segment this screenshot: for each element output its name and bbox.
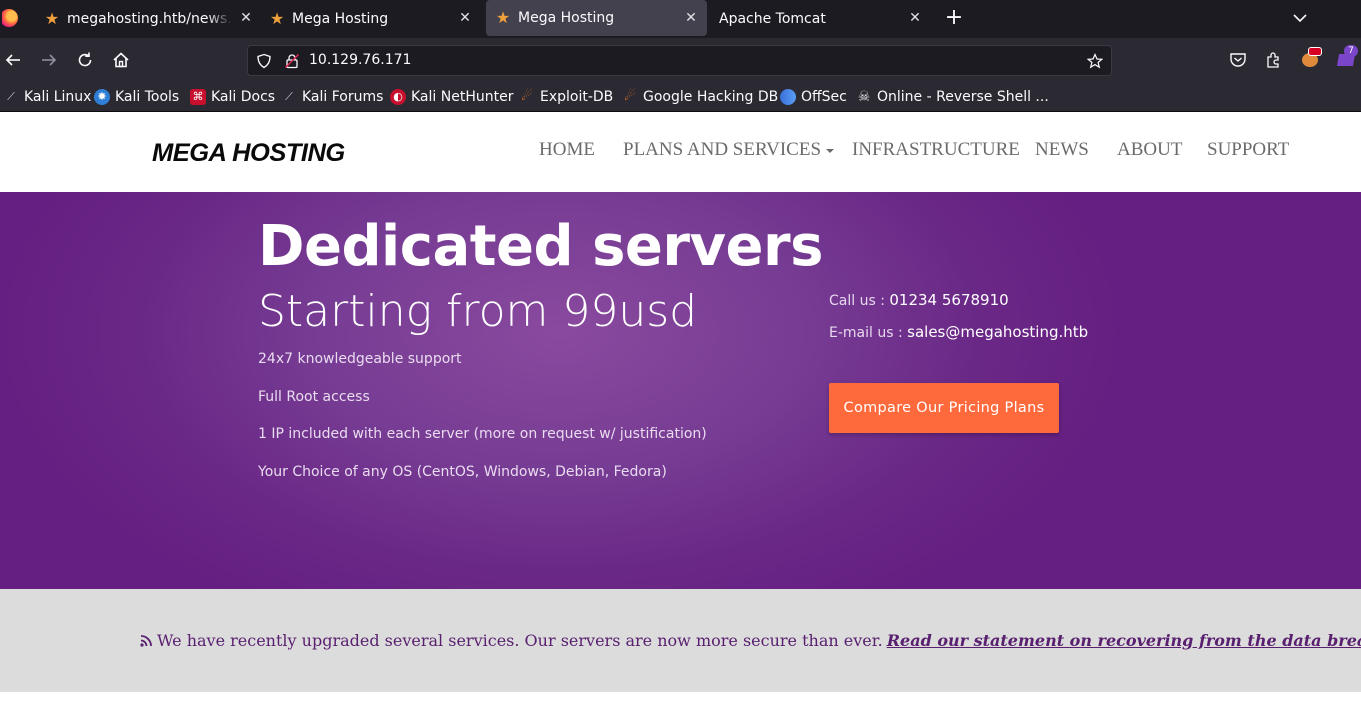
forward-button[interactable]: [37, 48, 61, 72]
bookmark-kali-forums[interactable]: ⟋ Kali Forums: [281, 88, 383, 106]
exploit-db-icon: ☄: [521, 89, 533, 104]
tab-mega-hosting[interactable]: ★ Mega Hosting ✕: [259, 0, 481, 38]
bookmark-offsec[interactable]: OffSec: [780, 88, 847, 106]
contact-phone-label: Call us :: [829, 293, 890, 309]
bookmark-label: Kali Tools: [115, 89, 180, 105]
hero-banner: Dedicated servers Starting from 99usd 24…: [0, 192, 1361, 589]
bookmark-google-hacking-db[interactable]: ☄ Google Hacking DB: [622, 88, 778, 106]
nav-about[interactable]: ABOUT: [1117, 139, 1182, 161]
nav-infrastructure[interactable]: INFRASTRUCTURE: [852, 139, 1020, 161]
insecure-lock-icon[interactable]: [284, 53, 300, 69]
kali-dragon-icon: ⟋: [285, 90, 293, 103]
feature-item: 1 IP included with each server (more on …: [258, 426, 707, 442]
tab-apache-tomcat[interactable]: Apache Tomcat ✕: [709, 0, 931, 38]
home-button[interactable]: [109, 48, 133, 72]
hero-subtitle: Starting from 99usd: [258, 286, 698, 337]
close-icon[interactable]: ✕: [683, 10, 699, 26]
extension-button[interactable]: 7: [1336, 45, 1358, 69]
reload-icon: [78, 52, 92, 67]
close-icon[interactable]: ✕: [238, 10, 254, 26]
reload-button[interactable]: [73, 48, 97, 72]
kali-tools-icon: ✸: [94, 89, 110, 105]
feature-item: Full Root access: [258, 389, 370, 405]
back-button[interactable]: [1, 48, 25, 72]
news-announcement: We have recently upgraded several servic…: [140, 631, 1361, 650]
bookmark-label: Exploit-DB: [540, 89, 614, 105]
address-bar[interactable]: 10.129.76.171: [247, 45, 1112, 76]
contact-email: E-mail us : sales@megahosting.htb: [829, 323, 1088, 341]
forward-arrow-icon: [42, 54, 57, 66]
bookmark-kali-docs[interactable]: ⌘ Kali Docs: [190, 88, 275, 106]
caret-down-icon: [826, 148, 835, 153]
nav-plans-and-services[interactable]: PLANS AND SERVICES: [623, 139, 835, 161]
tab-title: megahosting.htb/news.php: [67, 11, 232, 27]
bookmark-label: Kali Linux: [24, 89, 92, 105]
tab-title: Apache Tomcat: [719, 11, 826, 27]
list-all-tabs-button[interactable]: [1289, 7, 1311, 29]
contact-phone: Call us : 01234 5678910: [829, 291, 1009, 309]
bookmark-kali-nethunter[interactable]: ◐ Kali NetHunter: [390, 88, 513, 106]
nav-plans-label: PLANS AND SERVICES: [623, 139, 822, 160]
tab-bar: ★ megahosting.htb/news.php ✕ ★ Mega Host…: [0, 0, 1361, 38]
offsec-icon: [780, 89, 796, 105]
bookmark-label: Google Hacking DB: [643, 89, 779, 105]
navigation-toolbar: 10.129.76.171 7: [0, 38, 1361, 82]
bookmark-label: Kali Forums: [302, 89, 384, 105]
news-bar: We have recently upgraded several servic…: [0, 589, 1361, 692]
bookmark-label: Online - Reverse Shell ...: [877, 89, 1049, 105]
page-bottom: [0, 692, 1361, 710]
email-address[interactable]: sales@megahosting.htb: [907, 323, 1088, 341]
foxyproxy-extension-button[interactable]: [1300, 47, 1322, 69]
bookmark-kali-tools[interactable]: ✸ Kali Tools: [94, 88, 179, 106]
star-icon: ★: [495, 8, 511, 27]
kali-docs-icon: ⌘: [190, 89, 206, 105]
bookmarks-toolbar: ⟋ Kali Linux ✸ Kali Tools ⌘ Kali Docs ⟋ …: [0, 82, 1361, 112]
bookmark-label: Kali Docs: [211, 89, 276, 105]
tab-title: Mega Hosting: [292, 11, 389, 27]
bookmark-star-icon[interactable]: [1087, 53, 1103, 69]
bookmark-label: OffSec: [801, 89, 847, 105]
nav-home[interactable]: HOME: [539, 139, 595, 161]
shield-icon[interactable]: [256, 53, 272, 69]
tab-title: Mega Hosting: [518, 10, 615, 26]
site-header: MEGA HOSTING HOME PLANS AND SERVICES INF…: [0, 112, 1361, 192]
firefox-icon[interactable]: [2, 9, 18, 27]
data-breach-statement-link[interactable]: Read our statement on recovering from th…: [887, 631, 1361, 650]
extension-badge: 7: [1344, 45, 1358, 57]
feature-item: 24x7 knowledgeable support: [258, 351, 462, 367]
kali-dragon-icon: ⟋: [7, 90, 15, 103]
exploit-db-icon: ☄: [624, 89, 636, 104]
nav-news[interactable]: NEWS: [1035, 139, 1089, 161]
star-icon: ★: [44, 9, 60, 28]
back-arrow-icon: [5, 54, 20, 66]
chevron-down-icon: [1293, 14, 1307, 23]
pocket-icon[interactable]: [1228, 50, 1248, 70]
extensions-puzzle-icon[interactable]: [1264, 50, 1284, 70]
site-logo[interactable]: MEGA HOSTING: [152, 139, 345, 168]
bookmark-label: Kali NetHunter: [411, 89, 514, 105]
bookmark-kali-linux[interactable]: ⟋ Kali Linux: [3, 88, 91, 106]
skull-icon: ☠: [857, 89, 871, 105]
new-tab-button[interactable]: +: [942, 7, 966, 31]
tab-news[interactable]: ★ megahosting.htb/news.php ✕: [34, 0, 262, 38]
close-icon[interactable]: ✕: [457, 10, 473, 26]
hero-title: Dedicated servers: [258, 214, 823, 279]
bookmark-exploit-db[interactable]: ☄ Exploit-DB: [519, 88, 613, 106]
feature-item: Your Choice of any OS (CentOS, Windows, …: [258, 464, 667, 480]
star-icon: ★: [269, 9, 285, 28]
close-icon[interactable]: ✕: [907, 10, 923, 26]
nav-support[interactable]: SUPPORT: [1207, 139, 1289, 161]
bookmark-reverse-shell[interactable]: ☠ Online - Reverse Shell ...: [856, 88, 1049, 106]
phone-number[interactable]: 01234 5678910: [889, 291, 1008, 309]
news-text: We have recently upgraded several servic…: [157, 631, 883, 650]
url-text[interactable]: 10.129.76.171: [309, 52, 411, 68]
nethunter-icon: ◐: [390, 89, 406, 105]
rss-icon: [140, 635, 152, 647]
home-icon: [113, 52, 129, 68]
badge: [1308, 47, 1322, 56]
compare-pricing-button[interactable]: Compare Our Pricing Plans: [829, 383, 1059, 433]
contact-email-label: E-mail us :: [829, 325, 908, 341]
tab-mega-hosting-active[interactable]: ★ Mega Hosting ✕: [486, 0, 707, 36]
